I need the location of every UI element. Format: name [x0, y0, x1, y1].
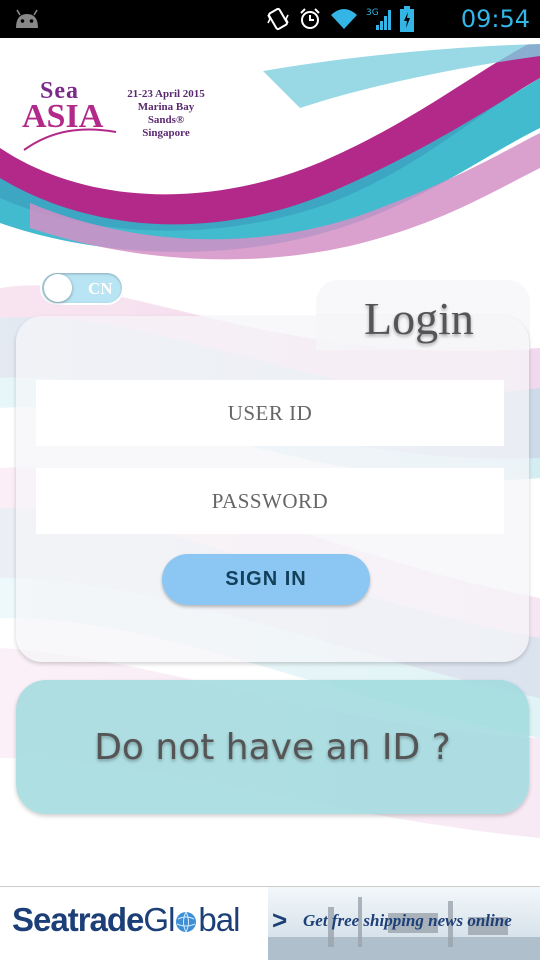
event-venue: Marina Bay Sands®	[137, 101, 195, 126]
sea-asia-logo: Sea ASIA 21-23 April 2015 Marina Bay San…	[22, 78, 212, 158]
event-city: Singapore	[142, 127, 190, 139]
globe-icon	[176, 911, 197, 933]
password-input[interactable]	[36, 468, 504, 534]
ad-brand-gl: Gl	[143, 901, 175, 938]
network-type-label: 3G	[366, 8, 379, 18]
language-toggle-label: CN	[88, 279, 113, 298]
event-info: 21-23 April 2015 Marina Bay Sands® Singa…	[120, 88, 212, 140]
status-bar: 3G 09:54	[0, 0, 540, 38]
ad-arrow: >	[272, 905, 288, 935]
app-screen: Sea ASIA 21-23 April 2015 Marina Bay San…	[0, 38, 540, 960]
signal-icon: 3G	[366, 8, 391, 30]
register-button[interactable]: Do not have an ID ?	[16, 680, 529, 814]
clock: 09:54	[460, 5, 530, 33]
event-dates: 21-23 April 2015	[127, 88, 205, 100]
status-icons: 3G	[266, 6, 414, 32]
wifi-icon	[331, 9, 357, 29]
language-toggle[interactable]: CN	[40, 271, 124, 305]
android-icon	[16, 9, 38, 28]
sign-in-button[interactable]: SIGN IN	[162, 554, 370, 605]
ad-brand-bal: bal	[198, 901, 240, 938]
ad-banner[interactable]: SeatradeGl bal > Get free shipping news o…	[0, 886, 540, 960]
toggle-knob[interactable]	[44, 274, 72, 302]
ad-tagline: Get free shipping news online	[303, 911, 512, 930]
ad-brand-seatrade: Seatrade	[12, 901, 144, 938]
user-id-input[interactable]	[36, 380, 504, 446]
login-title: Login	[364, 293, 474, 344]
logo-asia-text: ASIA	[22, 98, 104, 135]
ad-brand: SeatradeGl bal	[12, 901, 240, 939]
battery-charging-icon	[400, 6, 414, 32]
register-label: Do not have an ID ?	[94, 726, 451, 768]
vibrate-icon	[267, 7, 289, 31]
alarm-icon	[300, 8, 320, 29]
